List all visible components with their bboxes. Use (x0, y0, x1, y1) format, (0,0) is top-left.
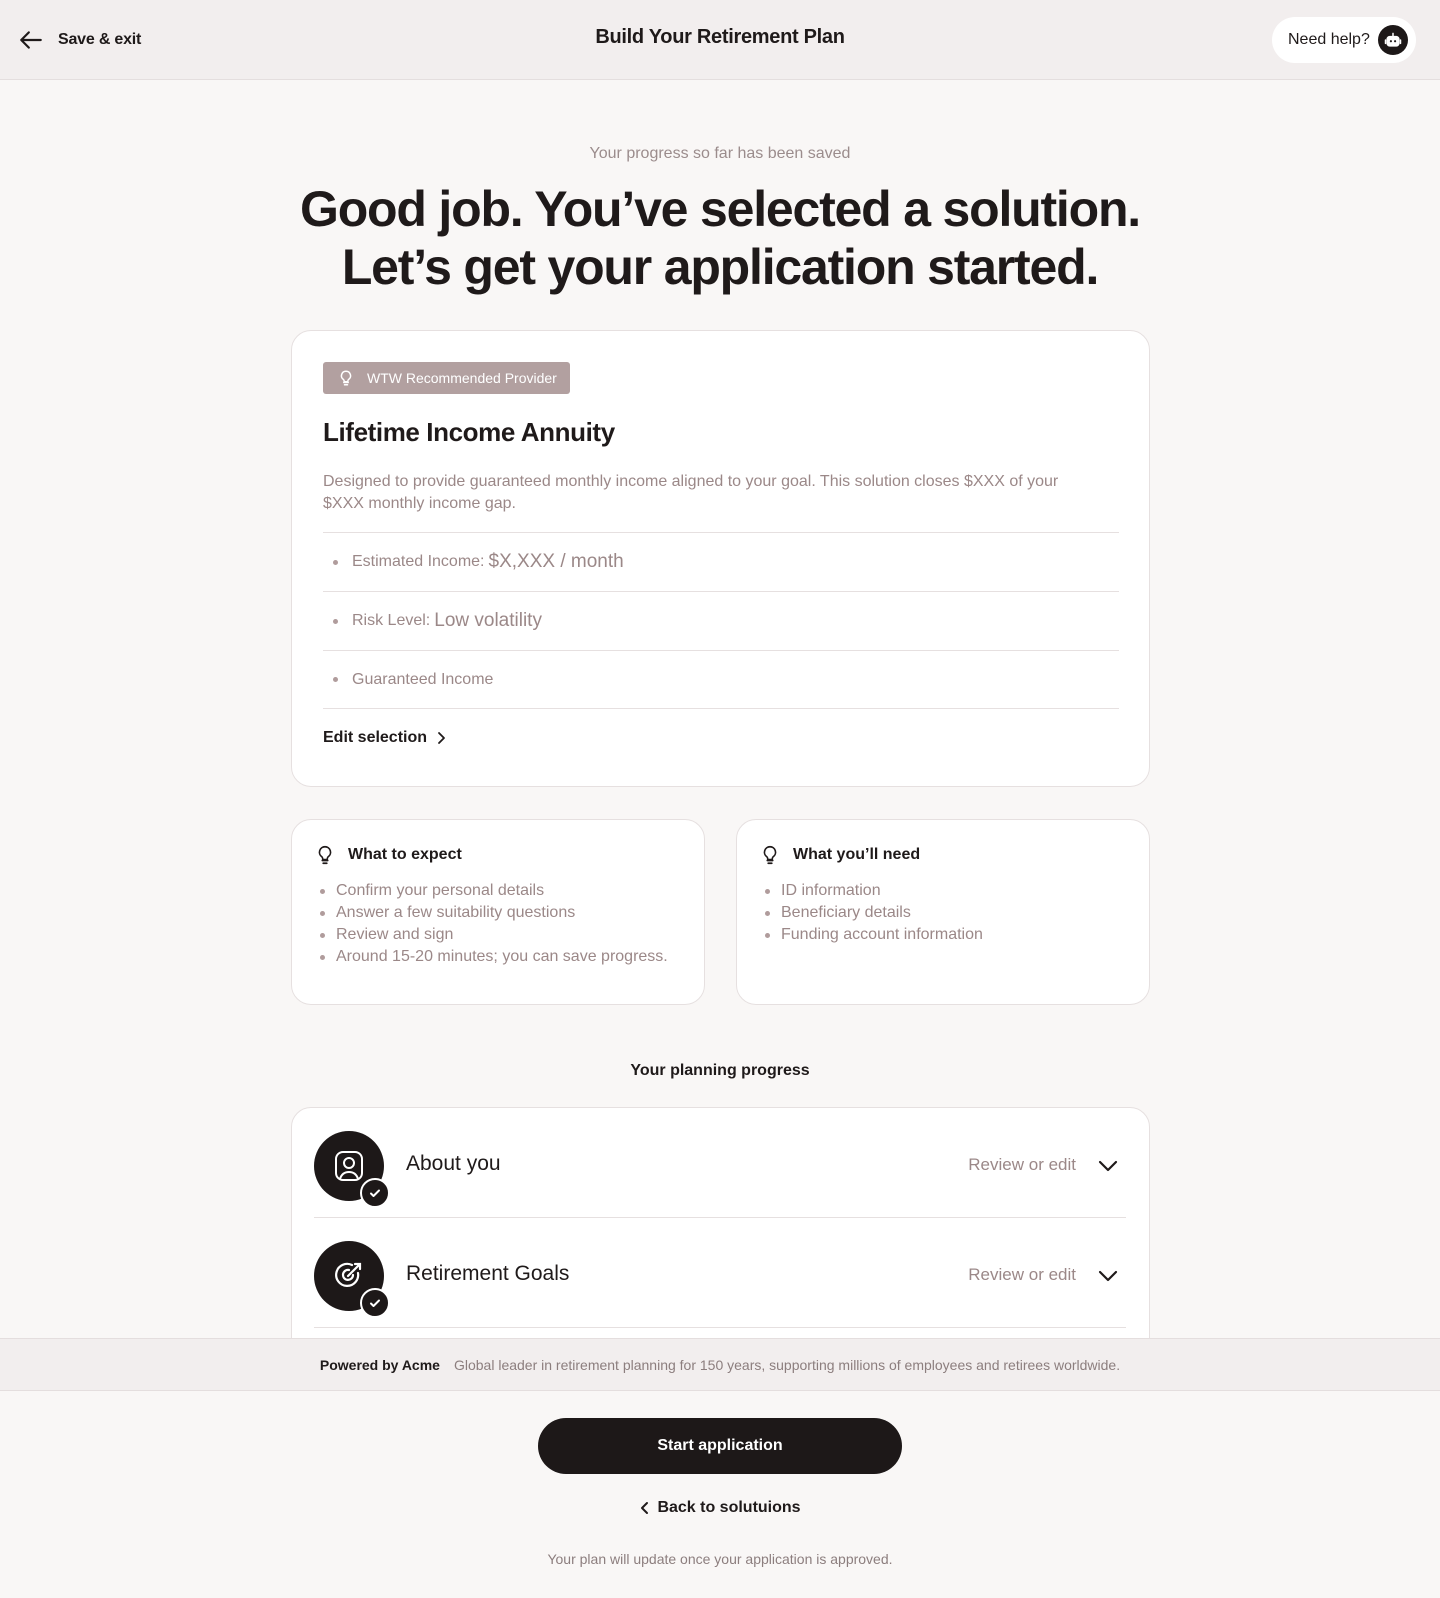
review-or-edit-link[interactable]: Review or edit (968, 1265, 1076, 1285)
need-help-label: Need help? (1288, 31, 1370, 48)
feature-label: Guaranteed Income (352, 670, 494, 688)
progress-step-retirement-goals[interactable]: Retirement Goals Review or edit (314, 1218, 1126, 1328)
product-description: Designed to provide guaranteed monthly i… (323, 473, 1059, 512)
what-to-expect-list: Confirm your personal details Answer a f… (320, 880, 668, 968)
footnote: Your plan will update once your applicat… (547, 1551, 893, 1567)
list-item: Funding account information (765, 924, 983, 946)
feature-list: Estimated Income: $X,XXX / month Risk Le… (323, 532, 1119, 709)
selected-solution-card: WTW Recommended Provider Lifetime Income… (291, 330, 1150, 787)
list-item: Beneficiary details (765, 902, 983, 924)
what-youll-need-card: What you’ll need ID information Benefici… (736, 819, 1150, 1005)
edit-selection-label: Edit selection (323, 729, 428, 746)
robot-icon (1378, 25, 1408, 55)
edit-selection-link[interactable]: Edit selection (323, 729, 447, 747)
need-help-button[interactable]: Need help? (1272, 17, 1416, 63)
what-youll-need-list: ID information Beneficiary details Fundi… (765, 880, 983, 946)
list-item: ID information (765, 880, 983, 902)
footer-actions: Start application Back to solutuions You… (0, 1391, 1440, 1598)
what-to-expect-card: What to expect Confirm your personal det… (291, 819, 705, 1005)
feature-guaranteed-income: Guaranteed Income (323, 650, 1119, 709)
feature-label: Estimated Income: (352, 553, 485, 570)
top-bar: Save & exit Build Your Retirement Plan N… (0, 0, 1440, 80)
page-title: Build Your Retirement Plan (595, 26, 845, 48)
feature-risk-level: Risk Level: Low volatility (323, 591, 1119, 650)
progress-step-about-you[interactable]: About you Review or edit (314, 1108, 1126, 1218)
chevron-down-icon[interactable] (1096, 1264, 1120, 1288)
powered-by-brand: Powered by Acme (319, 1356, 440, 1373)
review-or-edit-link[interactable]: Review or edit (968, 1155, 1076, 1175)
back-to-solutions-label: Back to solutuions (657, 1499, 801, 1516)
list-item: Confirm your personal details (320, 880, 668, 902)
progress-saved-note: Your progress so far has been saved (589, 145, 851, 162)
lightbulb-icon (318, 845, 332, 865)
step-label: Retirement Goals (406, 1262, 570, 1285)
chevron-left-icon (641, 1502, 649, 1514)
product-title: Lifetime Income Annuity (323, 417, 615, 447)
what-to-expect-title: What to expect (348, 846, 462, 863)
headline-line-1: Good job. You’ve selected a solution. (300, 181, 1141, 237)
what-to-expect-heading: What to expect (314, 842, 462, 868)
check-icon (360, 1288, 390, 1318)
chevron-right-icon (438, 732, 445, 744)
list-item: Around 15-20 minutes; you can save progr… (320, 946, 668, 968)
what-youll-need-title: What you’ll need (793, 846, 921, 863)
bullet (333, 559, 338, 565)
list-item: Answer a few suitability questions (320, 902, 668, 924)
what-youll-need-heading: What you’ll need (759, 842, 920, 868)
chevron-down-icon[interactable] (1096, 1154, 1120, 1178)
back-to-solutions-link[interactable]: Back to solutuions (0, 1499, 1440, 1517)
headline-line-2: Let’s get your application started. (341, 239, 1099, 295)
lightbulb-icon (340, 370, 352, 386)
feature-label: Risk Level: (352, 612, 431, 629)
bullet (333, 677, 338, 682)
bullet (333, 618, 338, 624)
powered-by-bar: Powered by Acme Global leader in retirem… (0, 1338, 1440, 1391)
main-headline: Good job. You’ve selected a solution. Le… (0, 180, 1440, 296)
powered-by-text: Global leader in retirement planning for… (453, 1356, 1121, 1373)
feature-estimated-income: Estimated Income: $X,XXX / month (323, 532, 1119, 591)
planning-progress-title: Your planning progress (630, 1062, 810, 1079)
feature-value: Low volatility (434, 610, 542, 631)
start-application-button[interactable]: Start application (538, 1418, 902, 1474)
recommended-provider-badge: WTW Recommended Provider (323, 362, 570, 394)
check-icon (360, 1178, 390, 1208)
badge-label: WTW Recommended Provider (367, 370, 557, 386)
feature-value: $X,XXX / month (488, 551, 624, 572)
lightbulb-icon (763, 845, 777, 865)
step-label: About you (406, 1152, 501, 1175)
list-item: Review and sign (320, 924, 668, 946)
